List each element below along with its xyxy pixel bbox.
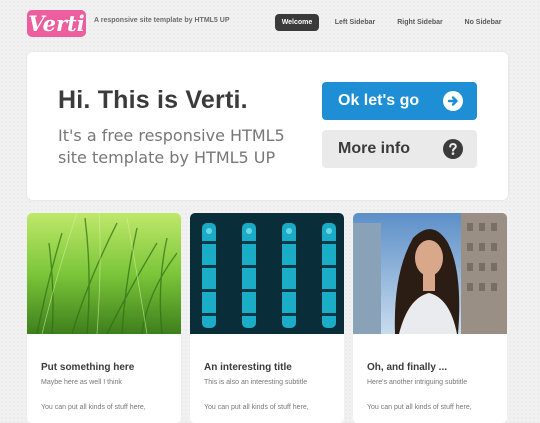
feature-card-2: An interesting title This is also an int…: [190, 213, 344, 423]
ok-lets-go-label: Ok let's go: [338, 92, 420, 109]
feature-card-1: Put something here Maybe here as well I …: [27, 213, 181, 423]
woman-portrait-photo: [353, 213, 507, 334]
card-subtitle: Here's another intriguing subtitle: [367, 379, 468, 386]
nav-item-right-sidebar[interactable]: Right Sidebar: [392, 14, 448, 31]
question-circle-icon: [443, 139, 463, 159]
card-body: You can put all kinds of stuff here,: [204, 404, 309, 411]
card-subtitle: Maybe here as well I think: [41, 379, 122, 386]
card-title: Oh, and finally ...: [367, 362, 448, 373]
feature-card-3: Oh, and finally ... Here's another intri…: [353, 213, 507, 423]
card-title: Put something here: [41, 362, 135, 373]
more-info-label: More info: [338, 140, 410, 157]
banner: Hi. This is Verti. It's a free responsiv…: [27, 52, 508, 200]
main-nav: Welcome Left Sidebar Right Sidebar No Si…: [0, 14, 540, 32]
card-body: You can put all kinds of stuff here,: [367, 404, 472, 411]
banner-subtitle: It's a free responsive HTML5 site templa…: [58, 126, 285, 167]
card-title: An interesting title: [204, 362, 292, 373]
nav-item-left-sidebar[interactable]: Left Sidebar: [331, 14, 379, 31]
banner-title: Hi. This is Verti.: [58, 86, 248, 114]
more-info-button[interactable]: More info: [322, 130, 477, 168]
header: Verti A responsive site template by HTML…: [0, 0, 540, 48]
nav-item-welcome[interactable]: Welcome: [275, 14, 319, 31]
grass-photo: [27, 213, 181, 334]
card-body: You can put all kinds of stuff here,: [41, 404, 146, 411]
ok-lets-go-button[interactable]: Ok let's go: [322, 82, 477, 120]
card-subtitle: This is also an interesting subtitle: [204, 379, 308, 386]
server-rack-photo: [190, 213, 344, 334]
nav-item-no-sidebar[interactable]: No Sidebar: [460, 14, 506, 31]
arrow-right-circle-icon: [443, 91, 463, 111]
